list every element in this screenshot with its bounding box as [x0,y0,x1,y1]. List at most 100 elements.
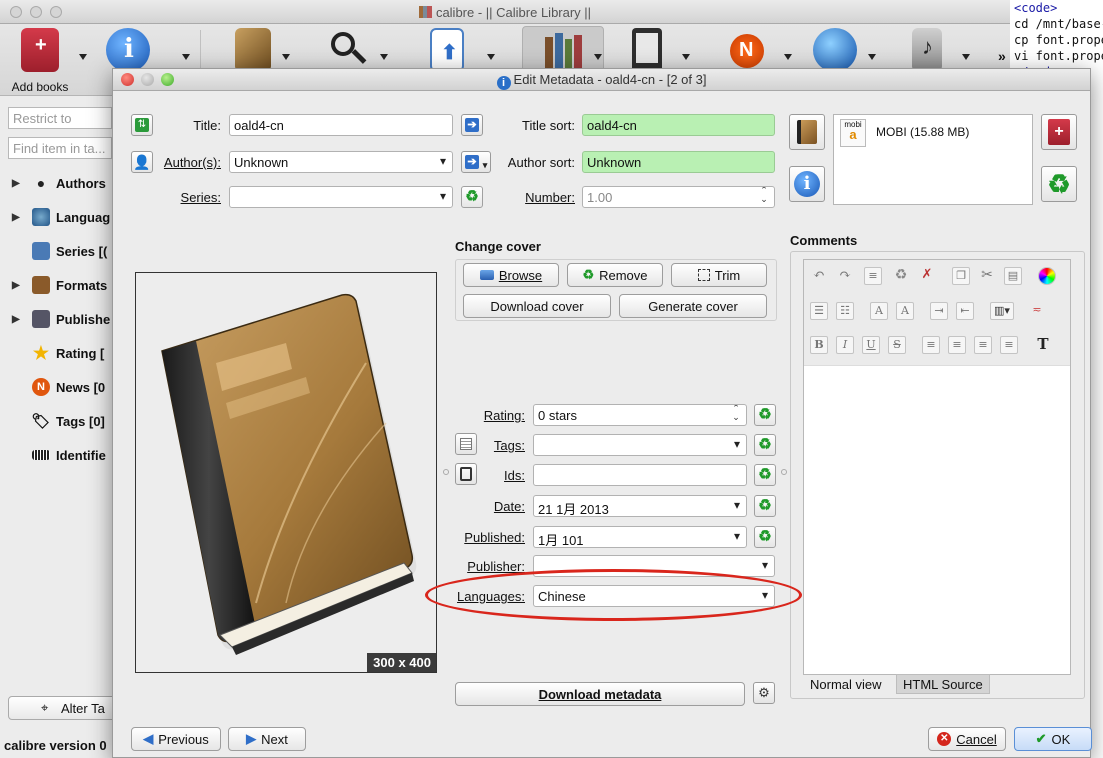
align-left-icon[interactable]: ≡ [922,336,940,354]
copy-icon[interactable]: ❐ [952,267,970,285]
tab-html-source[interactable]: HTML Source [896,674,990,694]
cover-image-frame[interactable]: 300 x 400 [135,272,437,673]
generate-cover-button[interactable]: Generate cover [619,294,767,318]
sidebar-item-series[interactable]: Series [( [12,239,107,263]
library-dropdown-arrow[interactable] [594,54,602,60]
block-style-icon[interactable]: ▥▾ [990,302,1014,320]
bold-icon[interactable]: B [810,336,828,354]
add-books-button[interactable]: + Add books [10,28,70,94]
main-window-title-text: calibre - || Calibre Library || [435,5,592,20]
outdent-icon[interactable]: ⇤ [956,302,974,320]
authors-combobox[interactable]: Unknown [229,151,453,173]
manage-authors-button[interactable]: 👤 [131,151,153,173]
publisher-combobox[interactable] [533,555,775,577]
select-all-icon[interactable]: ≡ [864,267,882,285]
horizontal-rule-icon[interactable]: ≂ [1028,302,1046,320]
font-color-icon[interactable]: T [1034,336,1052,354]
format-list-item[interactable]: MOBI (15.88 MB) [876,125,969,139]
previous-button[interactable]: ◀ Previous [131,727,221,751]
toolbar-overflow-chevron-icon[interactable]: » [998,48,1006,64]
sidebar-item-publishers[interactable]: ▶ Publishe [12,307,110,331]
share-dropdown-arrow[interactable] [868,54,876,60]
set-cover-from-format-button[interactable] [789,114,825,150]
author-to-sort-button[interactable]: ➔ ▾ [461,151,491,173]
rating-spinbox[interactable]: 0 stars [533,404,747,426]
italic-icon[interactable]: I [836,336,854,354]
indent-icon[interactable]: ⇥ [930,302,948,320]
find-item-input[interactable]: Find item in ta... [8,137,112,159]
align-right-icon[interactable]: ≡ [974,336,992,354]
next-button[interactable]: ▶ Next [228,727,306,751]
edit-metadata-dropdown-arrow[interactable] [182,54,190,60]
view-dropdown-arrow[interactable] [380,54,388,60]
alter-tag-browser-button[interactable]: ⌖ Alter Ta [8,696,118,720]
sidebar-item-formats[interactable]: ▶ Formats [12,273,107,297]
splitter-handle-icon[interactable] [781,469,787,475]
align-center-icon[interactable]: ≡ [948,336,966,354]
date-picker[interactable]: 21 1月 2013 [533,495,747,517]
help-dropdown-arrow[interactable] [962,54,970,60]
sidebar-item-authors[interactable]: ▶ ● Authors [12,171,106,195]
comments-editor[interactable]: ↶ ↷ ≡ ♻ ✗ ❐ ✂ ▤ ☰ ☷ A A ⇥ ⇤ ▥▾ ≂ B I U S… [803,259,1071,675]
expand-arrow-icon[interactable]: ▶ [12,314,22,325]
swap-title-author-button[interactable]: ⇅ [131,114,153,136]
remove-format-icon[interactable]: ♻ [892,267,910,285]
published-date-picker[interactable]: 1月 101 [533,526,747,548]
add-format-button[interactable]: + [1041,114,1077,150]
numbered-list-icon[interactable]: ☷ [836,302,854,320]
author-sort-field[interactable]: Unknown [582,151,775,173]
redo-icon[interactable]: ↷ [836,267,854,285]
news-dropdown-arrow[interactable] [784,54,792,60]
remove-cover-button[interactable]: ♻ Remove [567,263,663,287]
underline-icon[interactable]: U [862,336,880,354]
expand-arrow-icon[interactable]: ▶ [12,178,22,189]
series-combobox[interactable] [229,186,453,208]
ok-button[interactable]: ✔ OK [1014,727,1092,751]
subscript-icon[interactable]: A [896,302,914,320]
restrict-to-input[interactable]: Restrict to [8,107,112,129]
align-justify-icon[interactable]: ≡ [1000,336,1018,354]
paste-icon[interactable]: ▤ [1004,267,1022,285]
trim-cover-button[interactable]: Trim [671,263,767,287]
languages-combobox[interactable]: Chinese [533,585,775,607]
tags-combobox[interactable] [533,434,747,456]
sidebar-item-identifiers[interactable]: Identifie [12,443,106,467]
sidebar-item-tags[interactable]: 🏷 Tags [0] [12,409,104,433]
clear-published-button[interactable]: ♻ [754,526,776,548]
strikethrough-icon[interactable]: S [888,336,906,354]
add-books-dropdown-arrow[interactable] [79,54,87,60]
clear-series-button[interactable]: ♻ [461,186,483,208]
superscript-icon[interactable]: A [870,302,888,320]
title-field[interactable]: oald4-cn [229,114,453,136]
color-picker-icon[interactable] [1038,267,1056,285]
metadata-from-format-button[interactable]: i [789,166,825,202]
series-number-spinbox[interactable]: 1.00 [582,186,775,208]
device-dropdown-arrow[interactable] [682,54,690,60]
undo-icon[interactable]: ↶ [810,267,828,285]
tab-normal-view[interactable]: Normal view [804,675,888,695]
sidebar-item-news[interactable]: N News [0 [12,375,105,399]
title-to-sort-button[interactable]: ➔ [461,114,483,136]
metadata-sources-config-button[interactable]: ⚙ [753,682,775,704]
clear-icon[interactable]: ✗ [918,267,936,285]
convert-dropdown-arrow[interactable] [282,54,290,60]
sidebar-item-rating[interactable]: ★ Rating [ [12,341,104,365]
browse-cover-button[interactable]: Browse [463,263,559,287]
clear-identifiers-button[interactable]: ♻ [754,464,776,486]
send-dropdown-arrow[interactable] [487,54,495,60]
download-cover-button[interactable]: Download cover [463,294,611,318]
bullet-list-icon[interactable]: ☰ [810,302,828,320]
expand-arrow-icon[interactable]: ▶ [12,212,22,223]
cut-icon[interactable]: ✂ [978,267,996,285]
title-sort-field[interactable]: oald4-cn [582,114,775,136]
remove-format-button[interactable]: ♻ [1041,166,1077,202]
download-metadata-button[interactable]: Download metadata [455,682,745,706]
sidebar-item-languages[interactable]: ▶ Languag [12,205,110,229]
identifiers-field[interactable] [533,464,747,486]
cancel-button[interactable]: ✕ Cancel [928,727,1006,751]
clear-date-button[interactable]: ♻ [754,495,776,517]
clear-rating-button[interactable]: ♻ [754,404,776,426]
formats-list[interactable]: mobi a MOBI (15.88 MB) [833,114,1033,205]
clear-tags-button[interactable]: ♻ [754,434,776,456]
expand-arrow-icon[interactable]: ▶ [12,280,22,291]
